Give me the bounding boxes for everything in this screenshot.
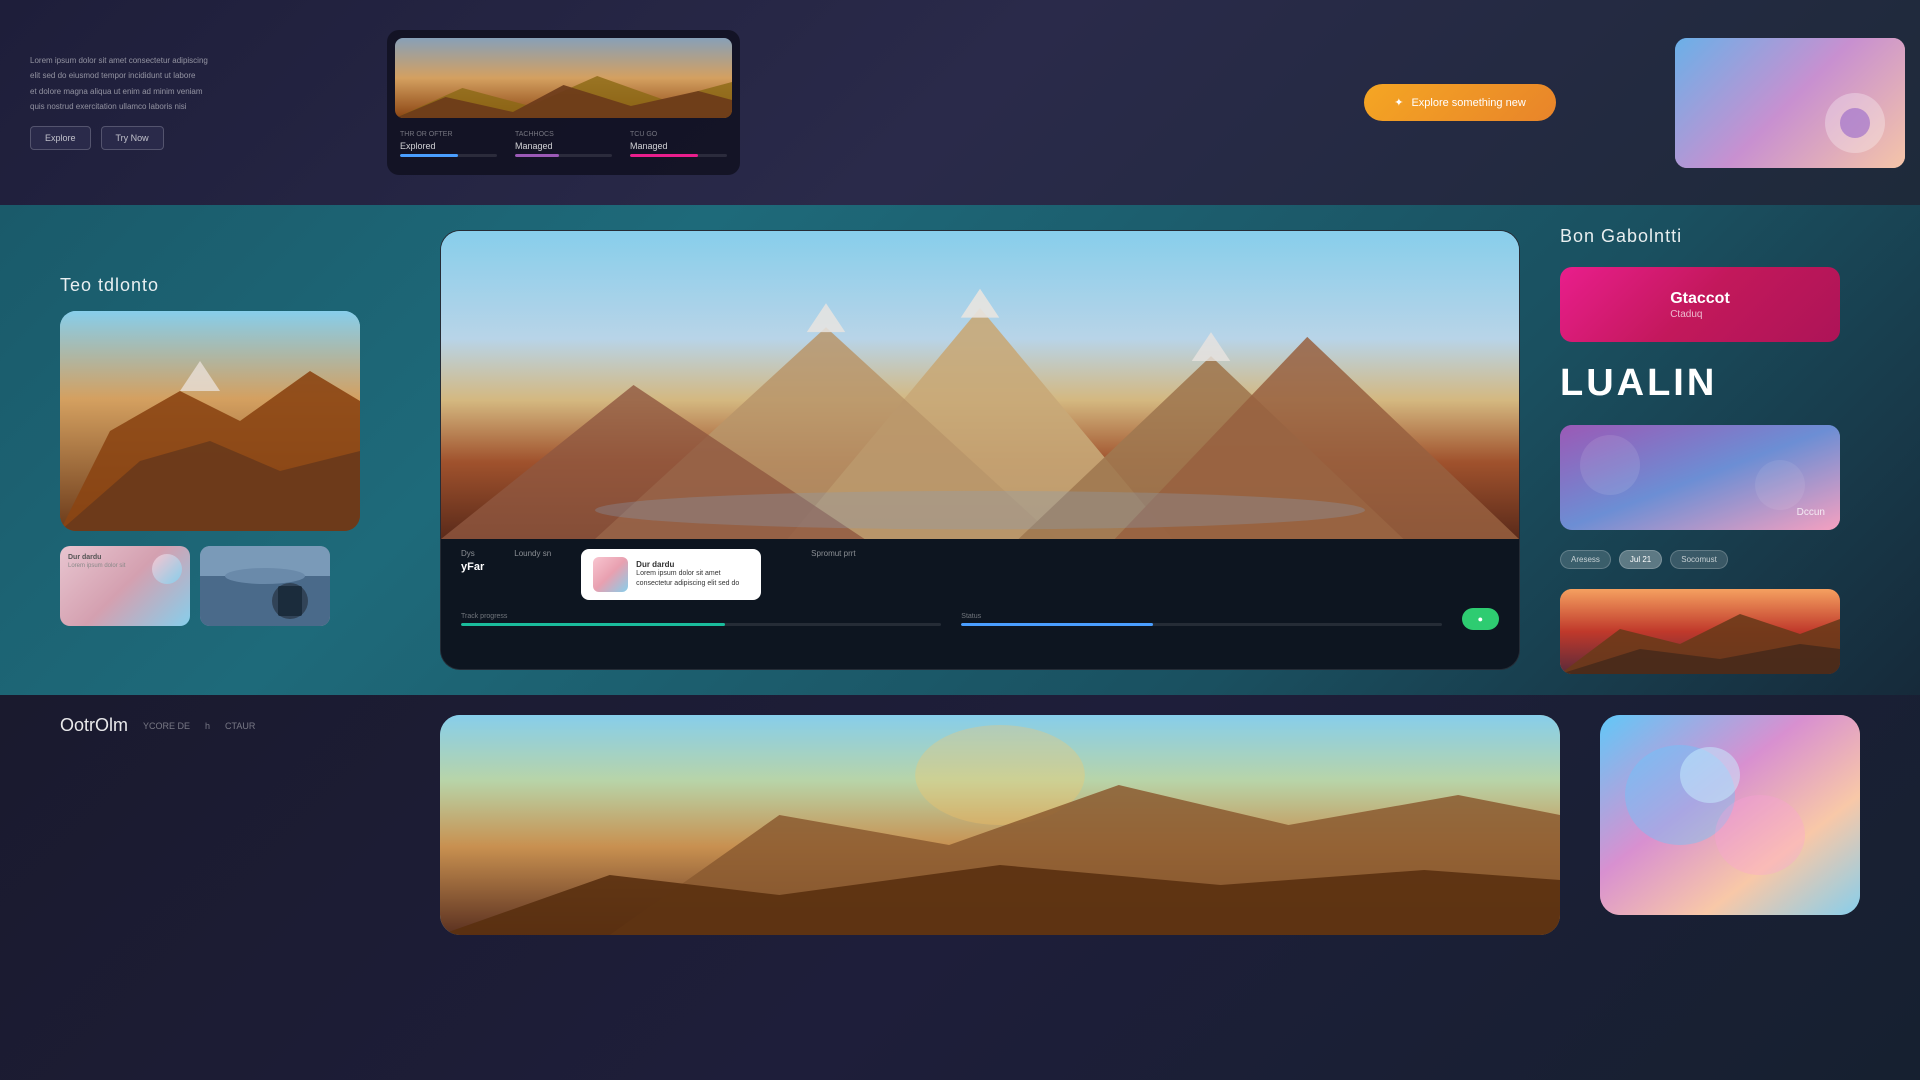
media-info: Dys yFar xyxy=(461,549,484,573)
progress-fill-2 xyxy=(961,623,1153,626)
try-now-button[interactable]: Try Now xyxy=(101,126,164,150)
top-desc-line4: quis nostrud exercitation ullamco labori… xyxy=(30,101,367,112)
bottom-main-title: OotrOlm xyxy=(60,715,128,736)
progress-2: Status xyxy=(961,613,1441,626)
thumbnails-row: Dur dardu Lorem ipsum dolor sit xyxy=(60,546,400,626)
top-section: Lorem ipsum dolor sit amet consectetur a… xyxy=(0,0,1920,205)
progress-label-2: Status xyxy=(961,613,1441,620)
media-title: yFar xyxy=(461,561,484,573)
bottom-row-top: Dys yFar Loundy sn Dur dardu Lorem ipsum… xyxy=(461,549,1499,600)
popup-card: Dur dardu Lorem ipsum dolor sit amet con… xyxy=(581,549,761,600)
main-center-card: Dys yFar Loundy sn Dur dardu Lorem ipsum… xyxy=(440,230,1520,670)
bottom-subtitle1: YCORE DE xyxy=(143,721,190,731)
stat-bar-fill-3 xyxy=(630,154,698,157)
progress-fill-1 xyxy=(461,623,725,626)
card-tags: Aresess Jul 21 Socomust xyxy=(1560,550,1860,569)
lualin-heading: LUALIN xyxy=(1560,362,1860,405)
progress-1: Track progress xyxy=(461,613,941,626)
progress-label-1: Track progress xyxy=(461,613,941,620)
thumbnail-1: Dur dardu Lorem ipsum dolor sit xyxy=(60,546,190,626)
speed-label: Spromut prrt xyxy=(811,549,855,558)
middle-section: Teo tdlonto Dur da xyxy=(0,205,1920,695)
top-right-area: ✦ Explore something new xyxy=(1260,0,1660,205)
country-label: Loundy sn xyxy=(514,549,551,558)
top-desc-line1: Lorem ipsum dolor sit amet consectetur a… xyxy=(30,55,367,66)
stat-label-3: TCU GO xyxy=(630,131,727,138)
explore-button[interactable]: Explore xyxy=(30,126,91,150)
bottom-right-card xyxy=(1600,715,1860,915)
pink-card-content: Gtaccot Ctaduq xyxy=(1670,289,1730,321)
stat-value-1: Explored xyxy=(400,141,497,151)
top-desc-line3: et dolore magna aliqua ut enim ad minim … xyxy=(30,86,367,97)
main-card-bottom: Dys yFar Loundy sn Dur dardu Lorem ipsum… xyxy=(441,539,1519,669)
pink-card-text1: Gtaccot xyxy=(1670,289,1730,310)
stat-item-3: TCU GO Managed xyxy=(625,126,732,162)
tag-1[interactable]: Aresess xyxy=(1560,550,1611,569)
main-card-image xyxy=(441,231,1519,539)
top-desc-line2: elit sed do eiusmod tempor incididunt ut… xyxy=(30,70,367,81)
tag-3[interactable]: Socomust xyxy=(1670,550,1728,569)
bottom-title-area: OotrOlm YCORE DE h CTAUR xyxy=(60,715,400,736)
top-left-buttons: Explore Try Now xyxy=(30,126,367,150)
stat-rows: THR OR OFTER Explored TACHHOCS Managed T… xyxy=(395,126,732,162)
mid-left-title: Teo tdlonto xyxy=(60,275,400,296)
purple-card-text: Dccun xyxy=(1797,507,1825,518)
bottom-section: OotrOlm YCORE DE h CTAUR xyxy=(0,695,1920,1080)
blob-small xyxy=(1840,108,1870,138)
country-info: Loundy sn xyxy=(514,549,551,558)
stat-bar-fill-2 xyxy=(515,154,559,157)
stat-value-3: Managed xyxy=(630,141,727,151)
orange-button-icon: ✦ xyxy=(1394,96,1403,109)
orange-cta-button[interactable]: ✦ Explore something new xyxy=(1364,84,1556,121)
tag-2[interactable]: Jul 21 xyxy=(1619,550,1662,569)
bottom-center-card xyxy=(440,715,1560,935)
top-center-area xyxy=(770,0,1260,205)
stat-value-2: Managed xyxy=(515,141,612,151)
purple-blue-card: Dccun xyxy=(1560,425,1840,530)
mountain-card-left xyxy=(60,311,360,531)
status-green-button[interactable]: ● xyxy=(1462,608,1499,630)
stat-label-2: TACHHOCS xyxy=(515,131,612,138)
thumbnail-2 xyxy=(200,546,330,626)
top-far-right xyxy=(1660,0,1920,205)
bottom-left-panel: OotrOlm YCORE DE h CTAUR xyxy=(60,715,400,736)
mid-left-panel: Teo tdlonto Dur da xyxy=(60,275,400,626)
mid-right-title: Bon Gabolntti xyxy=(1560,226,1860,247)
pink-card-text2: Ctaduq xyxy=(1670,309,1730,320)
stat-item-2: TACHHOCS Managed xyxy=(510,126,617,162)
pink-gradient-card: Gtaccot Ctaduq xyxy=(1560,267,1840,342)
stat-bar-fill-1 xyxy=(400,154,458,157)
bottom-row-progress: Track progress Status ● xyxy=(461,608,1499,630)
stat-label-1: THR OR OFTER xyxy=(400,131,497,138)
top-left-panel: Lorem ipsum dolor sit amet consectetur a… xyxy=(0,0,770,205)
mid-right-panel: Bon Gabolntti Gtaccot Ctaduq LUALIN xyxy=(1560,226,1860,674)
orange-button-label: Explore something new xyxy=(1411,97,1525,109)
popup-icon xyxy=(593,557,628,592)
media-label: Dys xyxy=(461,549,484,558)
stats-mountain-img xyxy=(395,38,732,118)
stat-item-1: THR OR OFTER Explored xyxy=(395,126,502,162)
popup-title: Dur dardu xyxy=(636,560,749,569)
popup-desc: Lorem ipsum dolor sit amet consectetur a… xyxy=(636,569,749,589)
speed-info: Spromut prrt xyxy=(811,549,855,558)
top-left-text: Lorem ipsum dolor sit amet consectetur a… xyxy=(30,20,367,185)
stats-card: THR OR OFTER Explored TACHHOCS Managed T… xyxy=(387,30,740,175)
popup-content: Dur dardu Lorem ipsum dolor sit amet con… xyxy=(636,560,749,589)
thumb-blob-1 xyxy=(152,554,182,584)
gradient-card-top xyxy=(1675,38,1905,168)
mountain-sunset-card xyxy=(1560,589,1840,674)
bottom-subtitle2: h xyxy=(205,721,210,731)
bottom-subtitle3: CTAUR xyxy=(225,721,255,731)
